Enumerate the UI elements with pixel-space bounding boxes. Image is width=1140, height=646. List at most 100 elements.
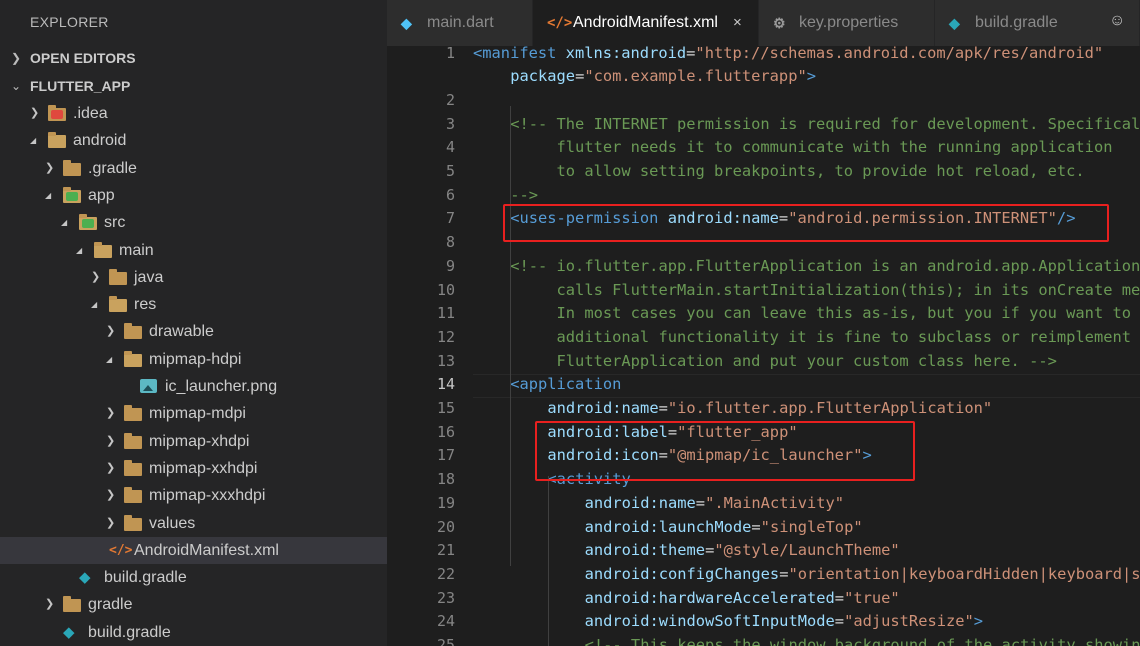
tree-item-mipmap-hdpi[interactable]: ◢ mipmap-hdpi [0,346,387,373]
tree-item-src[interactable]: ◢ src [0,209,387,236]
line-number: 6 [445,185,455,204]
code-token: "com.example.flutterapp" [584,67,807,86]
code-line[interactable]: <!-- This keeps the window background of… [585,634,1140,646]
tree-item-label: android [73,132,127,150]
code-token: <!-- This keeps the window background of… [584,636,1140,646]
chevron-right-icon[interactable]: ❯ [106,318,118,345]
code-editor[interactable]: 1 2 3 4 5 6 7 8 9 10 11 12 13 14 15 16 17 18 19 20 21 22 23 24 2… [387,46,1140,646]
tab-key-properties[interactable]: ⚙ key.properties [759,0,935,46]
tree-item-drawable[interactable]: ❯ drawable [0,318,387,345]
project-section[interactable]: ⌄ FLUTTER_APP [0,72,387,100]
dart-icon: ◆ [401,15,412,31]
close-icon[interactable]: × [733,0,742,46]
tree-item-label: values [149,514,196,532]
tree-item-label: java [134,268,164,286]
code-token: = [834,588,845,607]
folder-icon [124,432,142,449]
code-line[interactable]: android:windowSoftInputMode="adjustResiz… [585,610,983,634]
code-token: <manifest [473,46,566,62]
code-line[interactable]: android:name="io.flutter.app.FlutterAppl… [547,397,992,421]
code-line[interactable]: android:hardwareAccelerated="true" [585,587,900,611]
chevron-right-icon[interactable]: ❯ [106,400,118,427]
line-number: 23 [436,588,455,607]
code-token: = [695,493,706,512]
tree-item-mipmap-xhdpi[interactable]: ❯ mipmap-xhdpi [0,428,387,455]
code-line[interactable]: <application [510,373,621,397]
code-token: calls FlutterMain.startInitialization(th… [510,280,1140,299]
tab-label: main.dart [427,14,494,31]
line-number: 17 [436,446,455,465]
tree-item-values[interactable]: ❯ values [0,510,387,537]
code-line[interactable]: FlutterApplication and put your custom c… [510,350,1057,374]
chevron-right-icon[interactable]: ❯ [45,591,57,618]
line-number: 7 [445,209,455,228]
code-line[interactable]: <!-- The INTERNET permission is required… [510,113,1140,137]
tree-item-res[interactable]: ◢ res [0,291,387,318]
chevron-down-icon[interactable]: ◢ [76,237,88,264]
tree-item-mipmap-mdpi[interactable]: ❯ mipmap-mdpi [0,400,387,427]
chevron-down-icon[interactable]: ◢ [45,182,57,209]
code-token: android:configChanges [584,564,780,583]
line-number: 3 [445,114,455,133]
tree-item-gradle[interactable]: ❯ gradle [0,591,387,618]
chevron-down-icon[interactable]: ◢ [91,291,103,318]
project-label: FLUTTER_APP [30,78,131,94]
open-editors-section[interactable]: ❯ OPEN EDITORS [0,44,387,72]
code-line[interactable]: package="com.example.flutterapp"> [510,65,816,89]
code-token: = [575,67,585,86]
code-line[interactable]: flutter needs it to communicate with the… [510,136,1113,160]
line-number: 25 [436,636,455,646]
tree-item-label: app [88,186,115,204]
tab-main-dart[interactable]: ◆ main.dart [387,0,533,46]
code-token: android:hardwareAccelerated [584,588,835,607]
chevron-down-icon[interactable]: ◢ [61,209,73,236]
tree-item-androidmanifest-xml[interactable]: </> AndroidManifest.xml [0,536,387,564]
tree-item-app[interactable]: ◢ app [0,182,387,209]
tree-item-android[interactable]: ◢ android [0,127,387,154]
chevron-right-icon[interactable]: ❯ [106,455,118,482]
code-token: In most cases you can leave this as-is, … [510,304,1140,323]
explorer-sidebar: EXPLORER ❯ OPEN EDITORS ⌄ FLUTTER_APP ❯.… [0,0,387,646]
chevron-right-icon[interactable]: ❯ [106,482,118,509]
chevron-right-icon[interactable]: ❯ [91,264,103,291]
tree-item-label: gradle [88,596,133,614]
chevron-down-icon[interactable]: ◢ [30,127,42,154]
line-number: 16 [436,422,455,441]
tree-item-ic-launcher-png[interactable]: ic_launcher.png [0,373,387,400]
chevron-down-icon[interactable]: ◢ [106,346,118,373]
tree-item-build-gradle[interactable]: ◆ build.gradle [0,619,387,646]
line-number: 24 [436,612,455,631]
chevron-right-icon[interactable]: ❯ [45,155,57,182]
code-line[interactable]: calls FlutterMain.startInitialization(th… [510,279,1140,303]
code-token: "adjustResize" [844,612,974,631]
code-line[interactable]: android:configChanges="orientation|keybo… [585,563,1140,587]
tree-item-mipmap-xxxhdpi[interactable]: ❯ mipmap-xxxhdpi [0,482,387,509]
code-line[interactable]: In most cases you can leave this as-is, … [510,302,1140,326]
line-number [395,65,455,89]
code-token: "singleTop" [760,517,863,536]
tab-androidmanifest-xml[interactable]: </> AndroidManifest.xml × [533,0,759,46]
tree-item-java[interactable]: ❯ java [0,264,387,291]
code-token: to allow setting breakpoints, to provide… [510,162,1085,180]
code-line[interactable]: android:launchMode="singleTop" [585,516,863,540]
code-line[interactable]: android:theme="@style/LaunchTheme" [585,539,900,563]
tree-item-build-gradle[interactable]: ◆ build.gradle [0,564,387,591]
tab-label: key.properties [799,14,899,31]
tree-item-main[interactable]: ◢ main [0,237,387,264]
folder-icon [63,159,81,176]
code-line[interactable]: android:name=".MainActivity" [585,492,844,516]
tree-item-idea[interactable]: ❯ .idea [0,100,387,127]
code-line[interactable]: additional functionality it is fine to s… [510,326,1132,350]
code-line[interactable]: <manifest xmlns:android="http://schemas.… [473,46,1103,65]
folder-icon [48,105,66,121]
gear-icon: ⚙ [773,15,786,31]
code-token: <!-- The INTERNET permission is required… [510,114,1140,133]
chevron-right-icon[interactable]: ❯ [106,428,118,455]
account-icon[interactable]: ☺ [1109,12,1125,30]
tree-item-gradle[interactable]: ❯ .gradle [0,155,387,182]
chevron-right-icon[interactable]: ❯ [30,100,42,127]
code-line[interactable]: <!-- io.flutter.app.FlutterApplication i… [510,255,1140,279]
tree-item-mipmap-xxhdpi[interactable]: ❯ mipmap-xxhdpi [0,455,387,482]
chevron-right-icon[interactable]: ❯ [106,510,118,537]
code-line[interactable]: to allow setting breakpoints, to provide… [510,160,1085,184]
